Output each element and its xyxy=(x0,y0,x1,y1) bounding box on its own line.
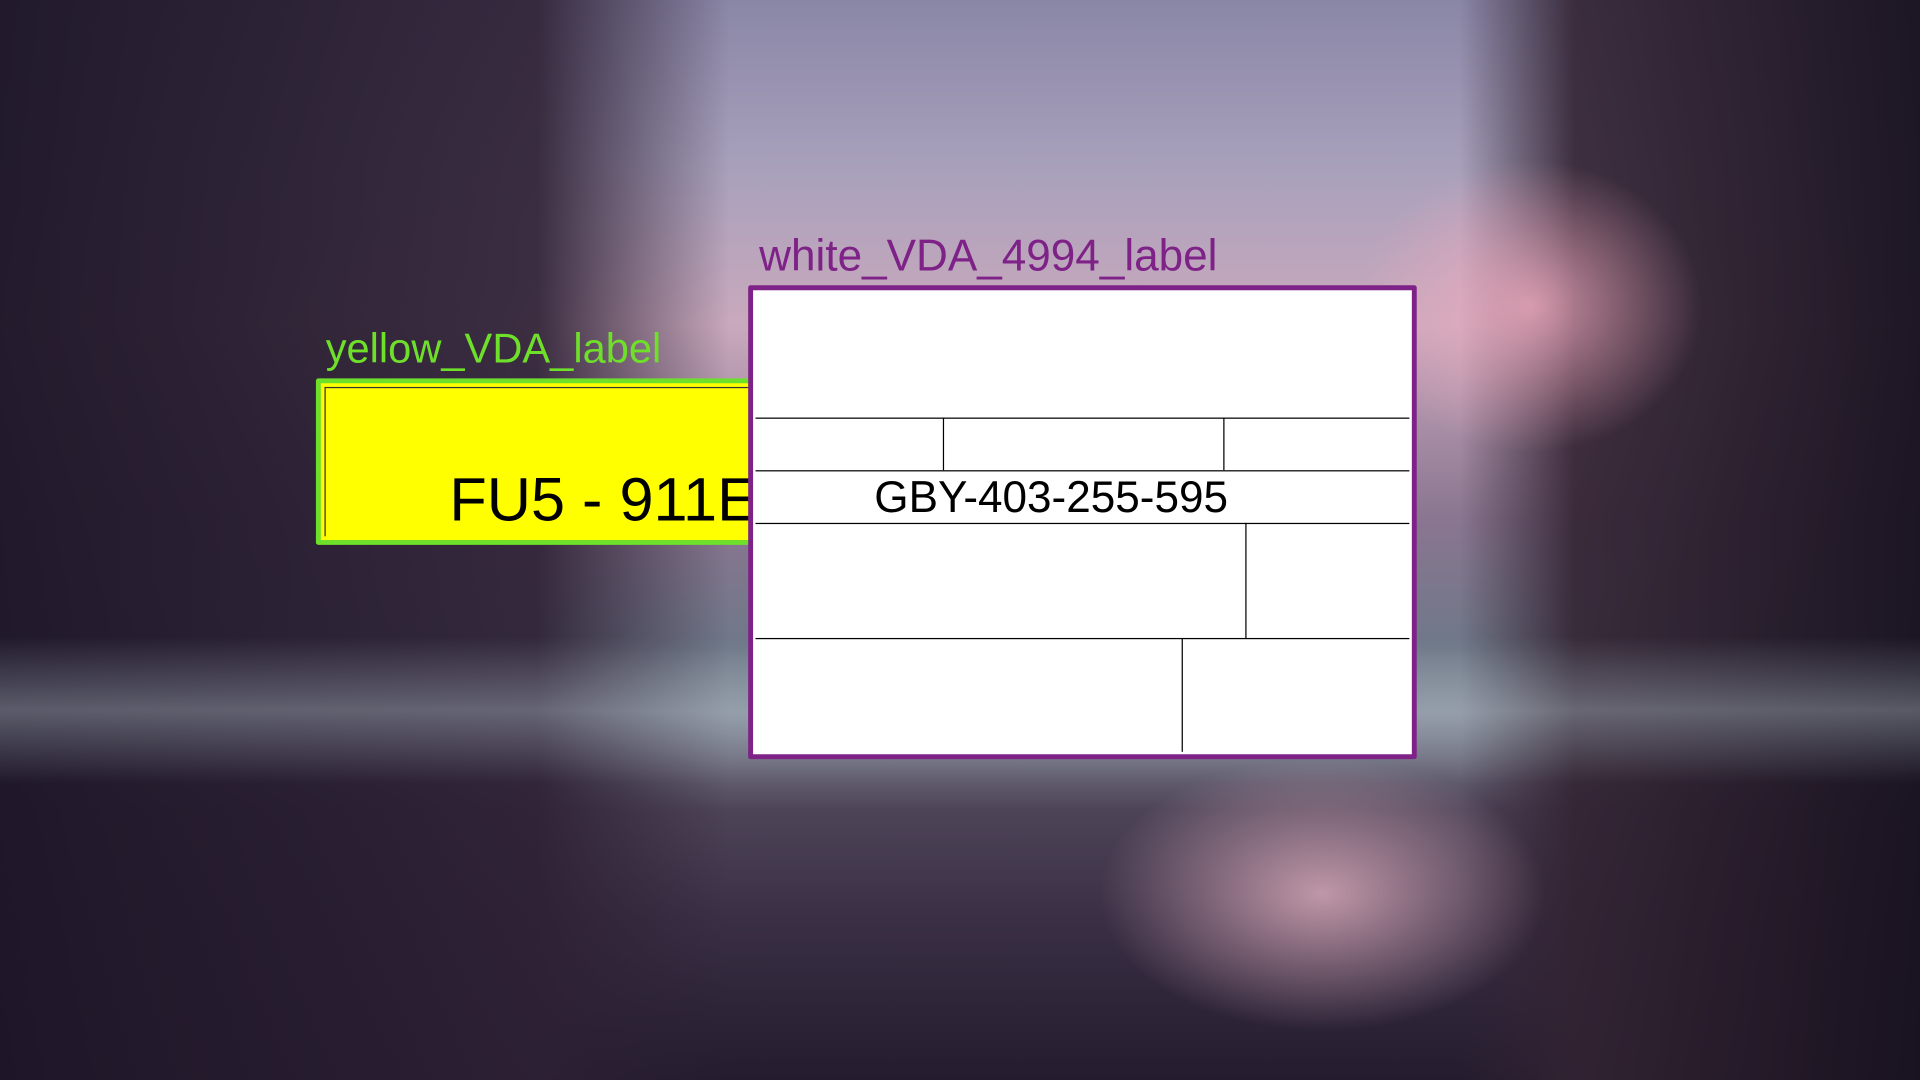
desktop: yellow_VDA_label FU5 - 911E white_VDA_49… xyxy=(0,0,1920,1080)
divider xyxy=(1181,637,1183,752)
divider xyxy=(1245,522,1247,638)
yellow-label-box[interactable]: FU5 - 911E xyxy=(315,378,758,545)
white-label-box[interactable]: GBY-403-255-595 xyxy=(748,285,1417,760)
divider xyxy=(942,417,945,471)
divider xyxy=(755,522,1410,525)
divider xyxy=(755,417,1410,419)
divider xyxy=(755,637,1410,640)
white-plate-text: GBY-403-255-595 xyxy=(874,471,1229,522)
divider xyxy=(1223,417,1225,471)
yellow-label-title: yellow_VDA_label xyxy=(325,325,662,373)
yellow-plate-text: FU5 - 911E xyxy=(449,465,758,534)
white-label-title: white_VDA_4994_label xyxy=(759,230,1218,281)
